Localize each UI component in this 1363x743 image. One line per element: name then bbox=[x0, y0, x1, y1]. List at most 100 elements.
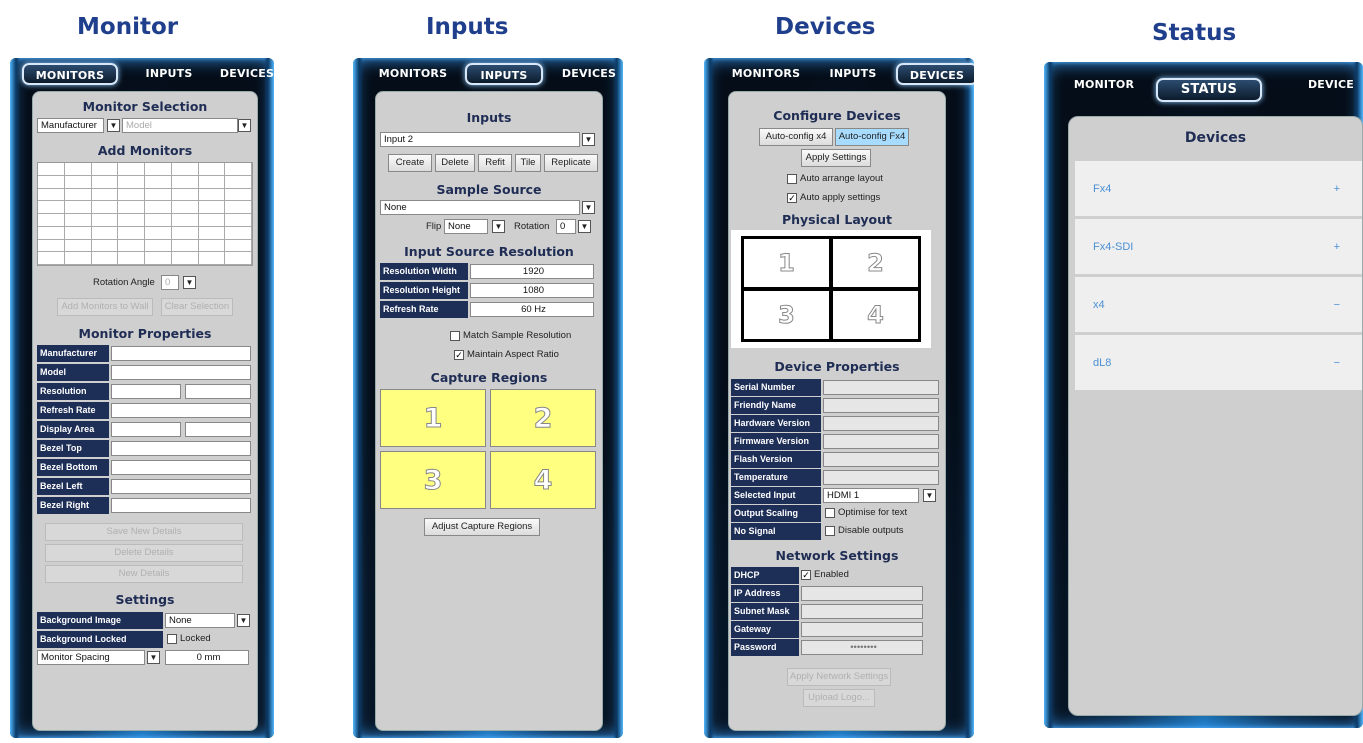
model-dropdown-icon[interactable]: ▼ bbox=[238, 119, 251, 132]
monitor-prop-label: Bezel Top bbox=[37, 440, 109, 458]
device-prop-label: Serial Number bbox=[731, 379, 821, 397]
tab-inputs[interactable]: INPUTS bbox=[465, 63, 543, 85]
monitor-prop-field[interactable] bbox=[111, 422, 181, 437]
capture-region[interactable]: 3 bbox=[380, 451, 486, 509]
clear-selection-button[interactable]: Clear Selection bbox=[161, 298, 233, 316]
expand-toggle-icon[interactable]: − bbox=[1334, 335, 1340, 391]
tab-monitor[interactable]: MONITOR bbox=[1064, 74, 1144, 96]
monitor-prop-field[interactable] bbox=[185, 422, 251, 437]
network-row-field[interactable] bbox=[801, 586, 923, 601]
auto-arrange-layout-checkbox[interactable] bbox=[787, 174, 797, 184]
rotation-angle-select[interactable]: 0 bbox=[161, 275, 179, 290]
tab-devices[interactable]: DEVICES bbox=[214, 63, 274, 85]
input-delete-button[interactable]: Delete bbox=[435, 154, 475, 172]
physical-layout-cell[interactable]: 4 bbox=[833, 291, 918, 339]
network-row-field[interactable]: •••••••• bbox=[801, 640, 923, 655]
capture-region[interactable]: 1 bbox=[380, 389, 486, 447]
tab-status[interactable]: STATUS bbox=[1156, 78, 1262, 102]
auto-config-fx4-button[interactable]: Auto-config Fx4 bbox=[835, 128, 909, 146]
expand-toggle-icon[interactable]: − bbox=[1334, 277, 1340, 333]
monitor-spacing-select[interactable]: Monitor Spacing bbox=[37, 650, 145, 665]
input-refit-button[interactable]: Refit bbox=[478, 154, 512, 172]
input-select[interactable]: Input 2 bbox=[380, 132, 580, 147]
rotation-dropdown-icon[interactable]: ▼ bbox=[578, 220, 591, 233]
selected-input-select[interactable]: HDMI 1 bbox=[823, 488, 919, 503]
adjust-capture-regions-button[interactable]: Adjust Capture Regions bbox=[424, 518, 540, 536]
input-replicate-button[interactable]: Replicate bbox=[544, 154, 598, 172]
monitor-prop-field[interactable] bbox=[111, 384, 181, 399]
flip-label: Flip bbox=[426, 221, 442, 232]
network-row-field[interactable] bbox=[801, 604, 923, 619]
add-monitors-to-wall-button[interactable]: Add Monitors to Wall bbox=[57, 298, 153, 316]
monitor-prop-field[interactable] bbox=[111, 460, 251, 475]
monitor-prop-field[interactable] bbox=[111, 346, 251, 361]
input-create-button[interactable]: Create bbox=[388, 154, 432, 172]
tab-inputs[interactable]: INPUTS bbox=[134, 63, 204, 85]
apply-network-settings-button[interactable]: Apply Network Settings bbox=[787, 668, 891, 686]
manufacturer-select[interactable]: Manufacturer bbox=[37, 118, 104, 133]
monitor-prop-label: Refresh Rate bbox=[37, 402, 109, 420]
monitor-prop-field[interactable] bbox=[111, 403, 251, 418]
auto-config-x4-button[interactable]: Auto-config x4 bbox=[759, 128, 833, 146]
resolution-row-value[interactable]: 60 Hz bbox=[470, 302, 594, 317]
tab-monitors[interactable]: MONITORS bbox=[726, 63, 806, 85]
device-prop-label: Firmware Version bbox=[731, 433, 821, 451]
apply-settings-button[interactable]: Apply Settings bbox=[801, 149, 871, 167]
optimise-for-text-checkbox[interactable] bbox=[825, 508, 835, 518]
expand-toggle-icon[interactable]: + bbox=[1334, 161, 1340, 217]
manufacturer-dropdown-icon[interactable]: ▼ bbox=[107, 119, 120, 132]
physical-layout-cell[interactable]: 2 bbox=[833, 239, 918, 287]
tab-monitors[interactable]: MONITORS bbox=[373, 63, 453, 85]
monitor-prop-field[interactable] bbox=[111, 479, 251, 494]
inputs-title: Inputs bbox=[426, 14, 509, 40]
device-list-item[interactable]: x4 − bbox=[1075, 277, 1362, 333]
maintain-aspect-ratio-checkbox[interactable]: ✓ bbox=[454, 350, 464, 360]
monitor-prop-field[interactable] bbox=[185, 384, 251, 399]
dhcp-enabled-checkbox[interactable]: ✓ bbox=[801, 570, 811, 580]
flip-select[interactable]: None bbox=[444, 219, 488, 234]
monitor-spacing-value[interactable]: 0 mm bbox=[165, 650, 249, 665]
physical-layout-cell[interactable]: 3 bbox=[744, 291, 829, 339]
capture-region[interactable]: 4 bbox=[490, 451, 596, 509]
network-row-field[interactable] bbox=[801, 622, 923, 637]
monitor-spacing-dropdown-icon[interactable]: ▼ bbox=[147, 651, 160, 664]
sample-source-select[interactable]: None bbox=[380, 200, 580, 215]
upload-logo-button[interactable]: Upload Logo... bbox=[803, 689, 875, 707]
tab-devices[interactable]: DEVICES bbox=[555, 63, 623, 85]
monitor-wall-grid[interactable] bbox=[37, 162, 253, 266]
physical-layout-heading: Physical Layout bbox=[781, 212, 893, 227]
delete-details-button[interactable]: Delete Details bbox=[45, 544, 243, 562]
auto-apply-settings-checkbox[interactable]: ✓ bbox=[787, 193, 797, 203]
monitor-prop-field[interactable] bbox=[111, 365, 251, 380]
monitor-prop-field[interactable] bbox=[111, 441, 251, 456]
resolution-row-value[interactable]: 1920 bbox=[470, 264, 594, 279]
selected-input-dropdown-icon[interactable]: ▼ bbox=[923, 489, 936, 502]
match-sample-resolution-checkbox[interactable] bbox=[450, 331, 460, 341]
tab-monitors[interactable]: MONITORS bbox=[22, 63, 118, 85]
sample-source-dropdown-icon[interactable]: ▼ bbox=[582, 201, 595, 214]
input-dropdown-icon[interactable]: ▼ bbox=[582, 133, 595, 146]
tab-device[interactable]: DEVICE bbox=[1296, 74, 1363, 96]
input-tile-button[interactable]: Tile bbox=[515, 154, 541, 172]
capture-region[interactable]: 2 bbox=[490, 389, 596, 447]
rotation-dropdown-icon[interactable]: ▼ bbox=[183, 276, 196, 289]
background-image-dropdown-icon[interactable]: ▼ bbox=[237, 614, 250, 627]
tab-inputs[interactable]: INPUTS bbox=[818, 63, 888, 85]
new-details-button[interactable]: New Details bbox=[45, 565, 243, 583]
physical-layout-cell[interactable]: 1 bbox=[744, 239, 829, 287]
resolution-row-value[interactable]: 1080 bbox=[470, 283, 594, 298]
device-list-item[interactable]: Fx4 + bbox=[1075, 161, 1362, 217]
expand-toggle-icon[interactable]: + bbox=[1334, 219, 1340, 275]
background-image-select[interactable]: None bbox=[165, 613, 235, 628]
locked-checkbox[interactable] bbox=[167, 634, 177, 644]
monitor-prop-field[interactable] bbox=[111, 498, 251, 513]
device-list-item[interactable]: Fx4-SDI + bbox=[1075, 219, 1362, 275]
flip-dropdown-icon[interactable]: ▼ bbox=[492, 220, 505, 233]
rotation-select[interactable]: 0 bbox=[556, 219, 576, 234]
device-list-item[interactable]: dL8 − bbox=[1075, 335, 1362, 391]
disable-outputs-checkbox[interactable] bbox=[825, 526, 835, 536]
model-select[interactable]: Model bbox=[122, 118, 238, 133]
save-new-details-button[interactable]: Save New Details bbox=[45, 523, 243, 541]
tab-devices[interactable]: DEVICES bbox=[896, 63, 974, 85]
physical-layout-area: 1234 bbox=[731, 230, 931, 348]
